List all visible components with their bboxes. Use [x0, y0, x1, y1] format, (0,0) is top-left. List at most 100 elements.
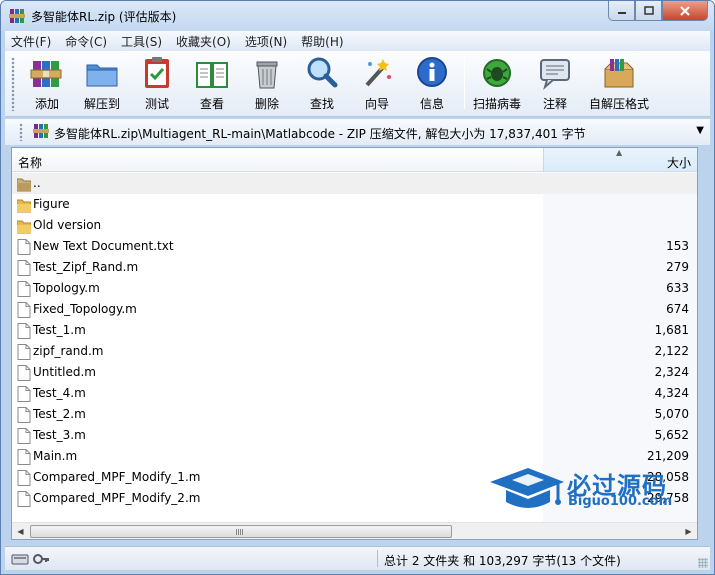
virus-scan-icon: [483, 59, 511, 87]
address-bar: 多智能体RL.zip\Multiagent_RL-main\Matlabcode…: [5, 119, 710, 145]
address-grip[interactable]: [19, 123, 23, 141]
column-header-size: 大小: [666, 156, 691, 170]
row-size: 153: [666, 239, 689, 253]
menu-file[interactable]: 文件(F): [11, 33, 51, 50]
address-path[interactable]: 多智能体RL.zip\Multiagent_RL-main\Matlabcode…: [54, 125, 586, 142]
row-size: 5,070: [654, 407, 689, 421]
menu-commands[interactable]: 命令(C): [65, 33, 107, 50]
sort-arrow-icon: ▲: [616, 148, 623, 157]
file-icon: [17, 407, 31, 423]
row-size: 2,324: [654, 365, 689, 379]
virus-scan-button[interactable]: 扫描病毒: [469, 55, 525, 113]
comment-button[interactable]: 注释: [527, 55, 583, 113]
wizard-label: 向导: [364, 97, 389, 111]
row-name: Fixed_Topology.m: [33, 302, 137, 316]
scrollbar-thumb[interactable]: [30, 525, 452, 538]
find-button[interactable]: 查找: [294, 55, 350, 113]
info-icon: [417, 57, 447, 87]
wizard-wand-icon: [365, 59, 391, 87]
graduation-cap-logo: [490, 468, 564, 508]
status-summary: 总计 2 文件夹 和 103,297 字节(13 个文件): [384, 554, 621, 568]
file-row[interactable]: Test_4.m 4,324: [12, 383, 697, 404]
sfx-label: 自解压格式: [588, 97, 649, 111]
add-button[interactable]: 添加: [19, 55, 75, 113]
view-button[interactable]: 查看: [184, 55, 240, 113]
test-button[interactable]: 测试: [129, 55, 185, 113]
row-name: Test_3.m: [33, 428, 86, 442]
row-name: Test_1.m: [33, 323, 86, 337]
window-title: 多智能体RL.zip (评估版本): [31, 10, 177, 24]
file-icon: [17, 344, 31, 360]
menu-options[interactable]: 选项(N): [245, 33, 287, 50]
row-size: 674: [666, 302, 689, 316]
winrar-app-icon[interactable]: [9, 8, 25, 24]
title-bar[interactable]: 多智能体RL.zip (评估版本): [1, 1, 714, 31]
find-label: 查找: [309, 97, 334, 111]
test-label: 测试: [144, 97, 169, 111]
thumb-grip: [236, 529, 244, 535]
archive-icon: [33, 124, 49, 138]
parent-row[interactable]: ..: [12, 173, 697, 194]
file-row[interactable]: Test_1.m 1,681: [12, 320, 697, 341]
file-row[interactable]: Test_Zipf_Rand.m 279: [12, 257, 697, 278]
folder-icon: [17, 199, 31, 213]
row-size: 1,681: [654, 323, 689, 337]
wizard-button[interactable]: 向导: [349, 55, 405, 113]
extract-to-label: 解压到: [83, 97, 120, 111]
file-rows: .. Figure Old version New Text Document.txt…: [12, 173, 697, 509]
row-name: Untitled.m: [33, 365, 96, 379]
column-header-name[interactable]: 名称: [18, 154, 42, 171]
info-button[interactable]: 信息: [404, 55, 460, 113]
folder-row[interactable]: Old version: [12, 215, 697, 236]
extract-to-button[interactable]: 解压到: [74, 55, 130, 113]
scroll-left-icon[interactable]: ◀: [12, 523, 29, 539]
row-size: 21,209: [647, 449, 689, 463]
info-label: 信息: [419, 97, 444, 111]
row-name: Old version: [33, 218, 102, 232]
menu-tools[interactable]: 工具(S): [121, 33, 162, 50]
toolbar-grip[interactable]: [11, 57, 15, 111]
chevron-down-icon[interactable]: ▼: [696, 125, 704, 136]
file-icon: [17, 239, 31, 255]
menu-favorites[interactable]: 收藏夹(O): [176, 33, 231, 50]
file-row[interactable]: Topology.m 633: [12, 278, 697, 299]
scroll-right-icon[interactable]: ▶: [680, 523, 697, 539]
close-icon: [680, 5, 690, 16]
add-books-icon: [30, 61, 62, 87]
list-header: 名称 ▲ 大小: [12, 148, 697, 172]
file-icon: [17, 323, 31, 339]
drive-key-icon[interactable]: [11, 551, 51, 567]
row-name: Figure: [33, 197, 70, 211]
row-size: 633: [666, 281, 689, 295]
file-row[interactable]: New Text Document.txt 153: [12, 236, 697, 257]
file-icon: [17, 386, 31, 402]
file-row[interactable]: zipf_rand.m 2,122: [12, 341, 697, 362]
file-row[interactable]: Test_2.m 5,070: [12, 404, 697, 425]
comment-icon: [540, 59, 570, 90]
folder-row[interactable]: Figure: [12, 194, 697, 215]
file-row[interactable]: Untitled.m 2,324: [12, 362, 697, 383]
row-size: 5,652: [654, 428, 689, 442]
minimize-icon: [617, 11, 626, 14]
file-row[interactable]: Test_3.m 5,652: [12, 425, 697, 446]
delete-button[interactable]: 删除: [239, 55, 295, 113]
status-bar: 总计 2 文件夹 和 103,297 字节(13 个文件): [5, 546, 710, 570]
parent-folder-icon: [17, 178, 31, 192]
column-header-size-cell[interactable]: ▲ 大小: [543, 148, 697, 171]
row-name: Test_2.m: [33, 407, 86, 421]
row-size: 4,324: [654, 386, 689, 400]
menu-help[interactable]: 帮助(H): [301, 33, 343, 50]
resize-grip[interactable]: [698, 558, 708, 568]
delete-trash-icon: [256, 61, 278, 89]
minimize-button[interactable]: [608, 1, 635, 21]
status-separator: [377, 550, 378, 567]
sfx-button[interactable]: 自解压格式: [588, 55, 650, 113]
file-icon: [17, 449, 31, 465]
watermark-url: Biguo100.com: [568, 494, 673, 509]
comment-label: 注释: [542, 97, 567, 111]
file-row[interactable]: Fixed_Topology.m 674: [12, 299, 697, 320]
close-button[interactable]: [662, 1, 708, 21]
maximize-button[interactable]: [635, 1, 662, 21]
horizontal-scrollbar[interactable]: ◀ ▶: [12, 522, 697, 539]
watermark: 必过源码 Biguo100.com: [488, 464, 688, 514]
